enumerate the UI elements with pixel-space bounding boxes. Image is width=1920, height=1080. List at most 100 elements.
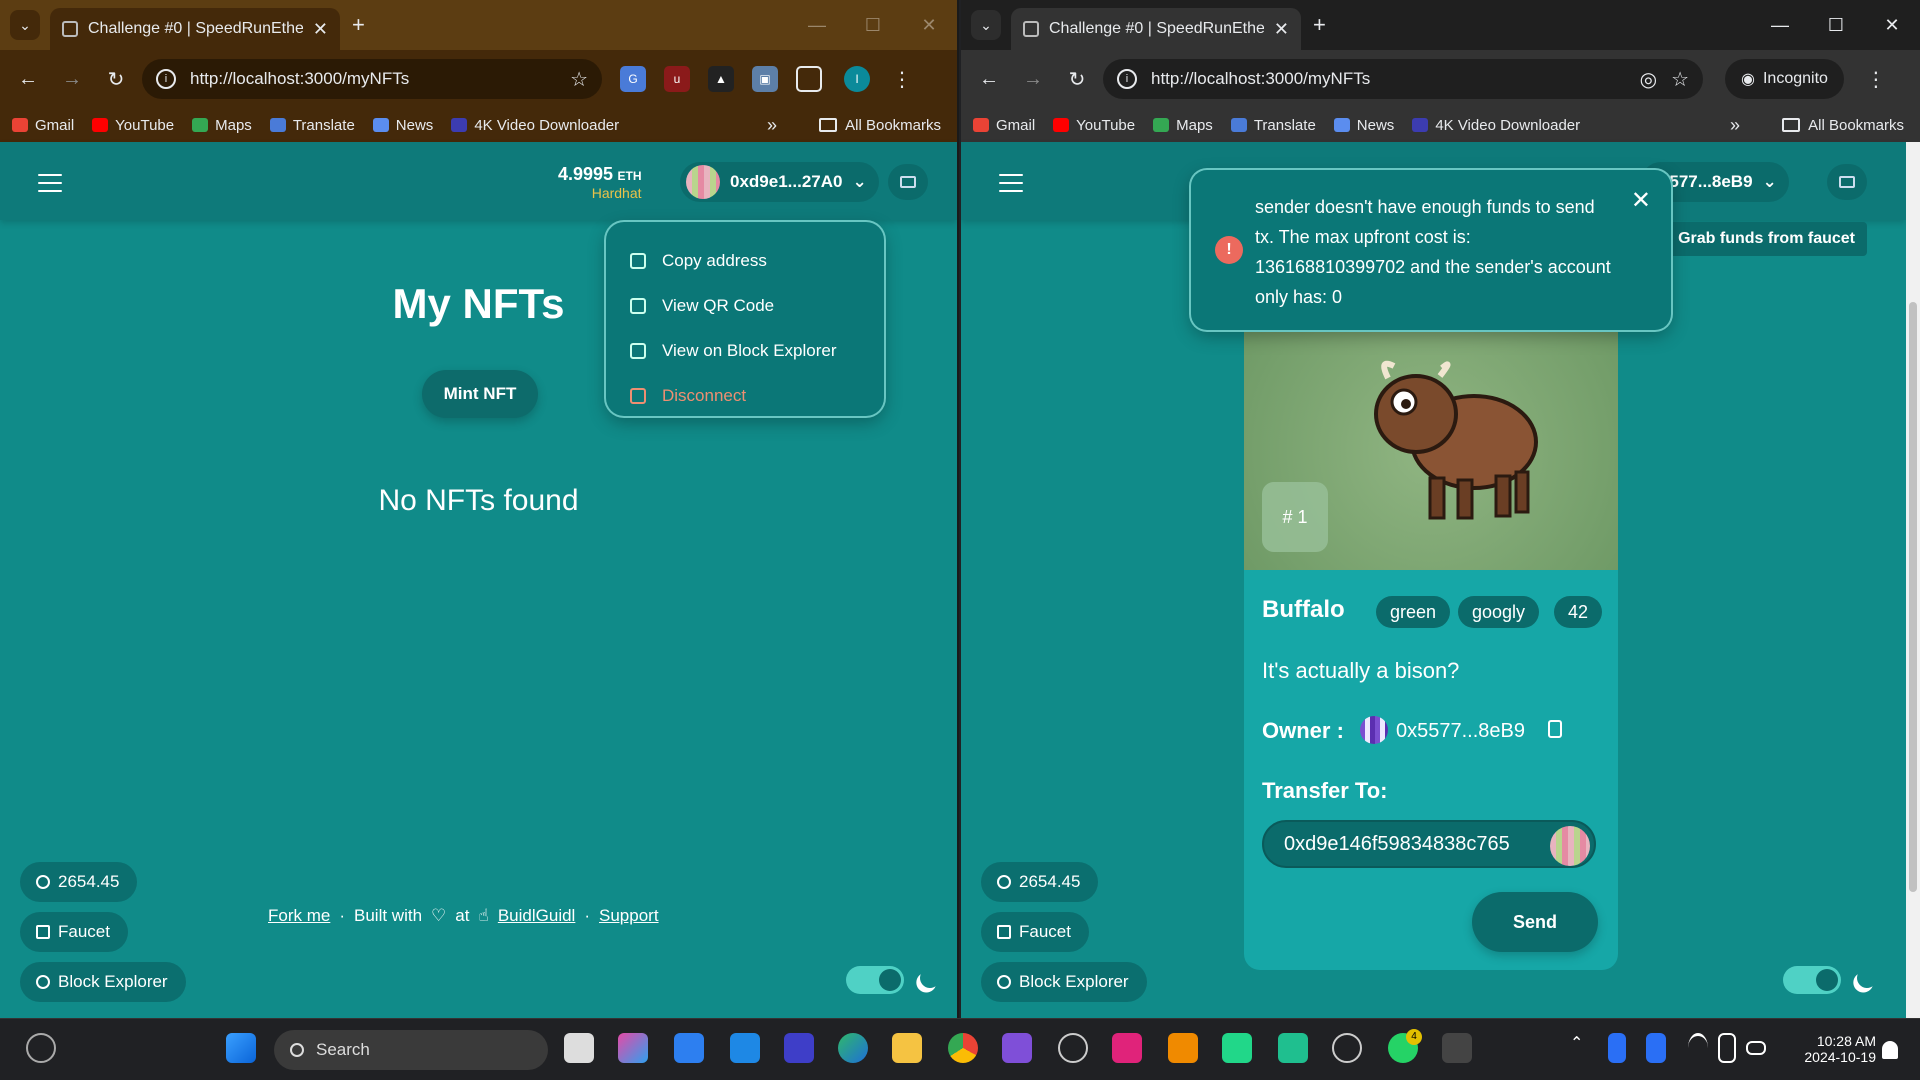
wifi-icon[interactable] bbox=[1688, 1033, 1708, 1063]
address-bar[interactable]: i http://localhost:3000/myNFTs ◎ ☆ bbox=[1103, 59, 1703, 99]
bookmark-gmail[interactable]: Gmail bbox=[973, 117, 1035, 134]
disconnect-item[interactable]: Disconnect bbox=[630, 373, 860, 418]
forward-button[interactable]: → bbox=[54, 61, 90, 97]
browser-menu-icon[interactable]: ⋮ bbox=[1866, 67, 1886, 92]
bookmark-translate[interactable]: Translate bbox=[1230, 117, 1316, 134]
notification-bell-icon[interactable] bbox=[1882, 1041, 1898, 1059]
volume-icon[interactable] bbox=[1718, 1033, 1736, 1063]
task-view-icon[interactable] bbox=[564, 1033, 594, 1063]
minimize-icon[interactable]: — bbox=[1752, 15, 1808, 36]
back-button[interactable]: ← bbox=[971, 61, 1007, 97]
visual-studio-icon[interactable] bbox=[1002, 1033, 1032, 1063]
eth-price-button[interactable]: 2654.45 bbox=[981, 862, 1099, 902]
account-button[interactable]: 0xd9e1...27A0 ⌄ bbox=[680, 162, 879, 202]
bookmark-star-icon[interactable]: ☆ bbox=[570, 67, 588, 92]
taskbar-search[interactable]: Search bbox=[274, 1030, 548, 1070]
intellij-icon[interactable] bbox=[1112, 1033, 1142, 1063]
close-toast-icon[interactable]: ✕ bbox=[1631, 186, 1651, 216]
clion-icon[interactable] bbox=[1278, 1033, 1308, 1063]
page-scrollbar[interactable] bbox=[1906, 142, 1920, 1018]
eye-off-icon[interactable]: ◎ bbox=[1640, 67, 1657, 92]
battery-icon[interactable] bbox=[1746, 1041, 1766, 1055]
bookmark-gmail[interactable]: Gmail bbox=[12, 117, 74, 134]
bookmark-maps[interactable]: Maps bbox=[192, 117, 252, 134]
theme-toggle[interactable] bbox=[1783, 966, 1841, 994]
close-window-icon[interactable]: ✕ bbox=[1864, 15, 1920, 36]
forward-button[interactable]: → bbox=[1015, 61, 1051, 97]
close-tab-icon[interactable]: ✕ bbox=[1274, 19, 1289, 40]
maximize-icon[interactable]: ☐ bbox=[845, 15, 901, 36]
eth-price-button[interactable]: 2654.45 bbox=[20, 862, 138, 902]
fork-me-link[interactable]: Fork me bbox=[268, 906, 330, 926]
profile-avatar[interactable]: I bbox=[844, 66, 870, 92]
extensions-puzzle-icon[interactable] bbox=[796, 66, 822, 92]
copy-address-item[interactable]: Copy address bbox=[630, 238, 860, 283]
openai-icon[interactable] bbox=[1332, 1033, 1362, 1063]
qr-scan-button[interactable] bbox=[1827, 164, 1867, 200]
bookmark-youtube[interactable]: YouTube bbox=[92, 117, 174, 134]
grab-funds-tooltip[interactable]: Grab funds from faucet bbox=[1655, 222, 1867, 256]
copy-icon[interactable] bbox=[1548, 720, 1562, 738]
mail-icon[interactable] bbox=[730, 1033, 760, 1063]
maximize-icon[interactable]: ☐ bbox=[1808, 15, 1864, 36]
chevron-up-icon[interactable]: ⌃ bbox=[1570, 1033, 1586, 1063]
new-tab-button[interactable]: + bbox=[352, 12, 365, 38]
view-explorer-item[interactable]: View on Block Explorer bbox=[630, 328, 860, 373]
all-bookmarks[interactable]: All Bookmarks bbox=[819, 117, 941, 134]
theme-toggle[interactable] bbox=[846, 966, 904, 994]
bookmark-news[interactable]: News bbox=[372, 117, 433, 134]
copilot-icon[interactable] bbox=[618, 1033, 648, 1063]
nhl-widget-icon[interactable] bbox=[26, 1033, 56, 1063]
translate-extension-icon[interactable]: G bbox=[620, 66, 646, 92]
buidlguidl-link[interactable]: BuidlGuidl bbox=[498, 906, 576, 926]
screenshot-extension-icon[interactable]: ▣ bbox=[752, 66, 778, 92]
back-button[interactable]: ← bbox=[10, 61, 46, 97]
reload-button[interactable]: ↻ bbox=[98, 61, 134, 97]
close-window-icon[interactable]: ✕ bbox=[901, 15, 957, 36]
terminal-icon[interactable] bbox=[1442, 1033, 1472, 1063]
incognito-badge[interactable]: ◉ Incognito bbox=[1725, 59, 1844, 99]
transfer-address-input[interactable]: 0xd9e146f59834838c765 bbox=[1262, 820, 1596, 868]
reload-button[interactable]: ↻ bbox=[1059, 61, 1095, 97]
bookmark-star-icon[interactable]: ☆ bbox=[1671, 67, 1689, 92]
mint-nft-button[interactable]: Mint NFT bbox=[422, 370, 538, 418]
all-bookmarks[interactable]: All Bookmarks bbox=[1782, 117, 1904, 134]
site-info-icon[interactable]: i bbox=[1117, 69, 1137, 89]
edge-icon[interactable] bbox=[838, 1033, 868, 1063]
clock[interactable]: 10:28 AM 2024-10-19 bbox=[1786, 1033, 1876, 1065]
bing-icon[interactable] bbox=[1608, 1033, 1626, 1063]
file-explorer-icon[interactable] bbox=[892, 1033, 922, 1063]
support-link[interactable]: Support bbox=[599, 906, 659, 926]
new-tab-button[interactable]: + bbox=[1313, 12, 1326, 38]
vs-code-like-icon[interactable] bbox=[784, 1033, 814, 1063]
more-bookmarks-icon[interactable]: » bbox=[1730, 115, 1740, 136]
tab-search-button[interactable]: ⌄ bbox=[971, 10, 1001, 40]
browser-menu-icon[interactable]: ⋮ bbox=[892, 67, 912, 92]
bookmark-4k-downloader[interactable]: 4K Video Downloader bbox=[451, 117, 619, 134]
minimize-icon[interactable]: — bbox=[789, 15, 845, 36]
faucet-button[interactable]: Faucet bbox=[981, 912, 1089, 952]
more-bookmarks-icon[interactable]: » bbox=[767, 115, 777, 136]
block-explorer-button[interactable]: Block Explorer bbox=[20, 962, 186, 1002]
chrome-icon[interactable] bbox=[948, 1033, 978, 1063]
calendar-icon[interactable] bbox=[674, 1033, 704, 1063]
vlc-icon[interactable] bbox=[1168, 1033, 1198, 1063]
tab-active[interactable]: Challenge #0 | SpeedRunEthere ✕ bbox=[1011, 8, 1301, 50]
close-tab-icon[interactable]: ✕ bbox=[313, 19, 328, 40]
ublock-extension-icon[interactable]: u bbox=[664, 66, 690, 92]
send-button[interactable]: Send bbox=[1472, 892, 1598, 952]
hat-extension-icon[interactable]: ▲ bbox=[708, 66, 734, 92]
windows-start-icon[interactable] bbox=[226, 1033, 256, 1063]
address-bar[interactable]: i http://localhost:3000/myNFTs ☆ bbox=[142, 59, 602, 99]
tab-search-button[interactable]: ⌄ bbox=[10, 10, 40, 40]
qr-scan-button[interactable] bbox=[888, 164, 928, 200]
hamburger-menu-icon[interactable] bbox=[999, 174, 1023, 198]
faucet-button[interactable]: Faucet bbox=[20, 912, 128, 952]
pycharm-icon[interactable] bbox=[1222, 1033, 1252, 1063]
bookmark-news[interactable]: News bbox=[1333, 117, 1394, 134]
bookmark-translate[interactable]: Translate bbox=[269, 117, 355, 134]
bookmark-youtube[interactable]: YouTube bbox=[1053, 117, 1135, 134]
tab-active[interactable]: Challenge #0 | SpeedRunEthere ✕ bbox=[50, 8, 340, 50]
bookmark-maps[interactable]: Maps bbox=[1153, 117, 1213, 134]
defender-icon[interactable] bbox=[1646, 1033, 1666, 1063]
